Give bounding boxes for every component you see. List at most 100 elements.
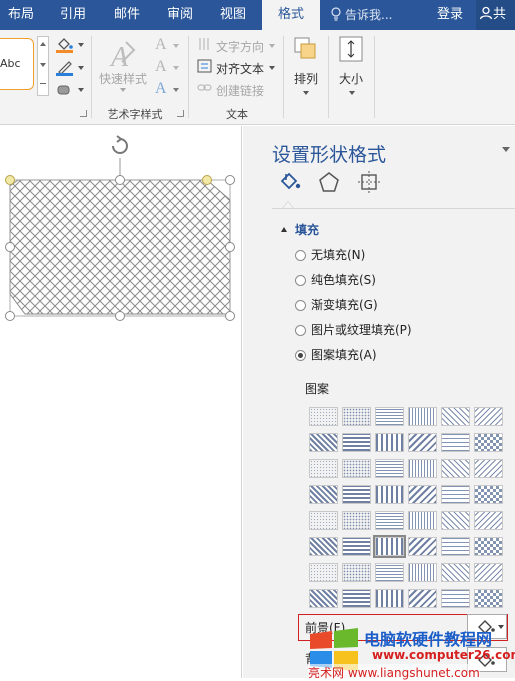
quick-styles-dropdown-icon[interactable]: [120, 88, 126, 92]
tab-view[interactable]: 视图: [210, 0, 256, 30]
text-direction-button[interactable]: 文字方向: [197, 36, 279, 54]
pattern-swatch[interactable]: [441, 407, 470, 426]
pattern-swatch[interactable]: [474, 459, 503, 478]
text-effects-dropdown-icon[interactable]: [173, 88, 179, 92]
pattern-swatch[interactable]: [408, 589, 437, 608]
watermark-site: 亮术网 www.liangshunet.com: [308, 664, 480, 681]
pattern-swatch[interactable]: [474, 485, 503, 504]
pattern-swatch[interactable]: [342, 537, 371, 556]
pattern-swatch[interactable]: [309, 563, 338, 582]
pattern-swatch[interactable]: [408, 537, 437, 556]
pattern-swatch[interactable]: [375, 459, 404, 478]
align-text-button[interactable]: 对齐文本: [197, 58, 279, 76]
pattern-swatch[interactable]: [309, 407, 338, 426]
selected-shape[interactable]: [0, 126, 242, 356]
arrange-button[interactable]: 排列: [290, 34, 322, 104]
pattern-swatch[interactable]: [408, 485, 437, 504]
shape-fill-button[interactable]: [56, 36, 86, 56]
pattern-swatch[interactable]: [342, 511, 371, 530]
pattern-swatch[interactable]: [441, 459, 470, 478]
pane-options-dropdown-icon[interactable]: [502, 147, 510, 152]
tab-layout[interactable]: 布局: [0, 0, 42, 30]
shape-effects-button[interactable]: [56, 82, 86, 100]
pattern-swatch[interactable]: [309, 459, 338, 478]
tab-mailings[interactable]: 邮件: [104, 0, 150, 30]
pattern-swatch[interactable]: [474, 589, 503, 608]
tell-me-box[interactable]: 告诉我...: [330, 0, 392, 30]
pattern-swatch[interactable]: [342, 563, 371, 582]
tab-format[interactable]: 格式: [262, 0, 320, 30]
tell-me-text: 告诉我...: [345, 8, 393, 22]
share-button[interactable]: 共: [476, 0, 515, 30]
shape-outline-button[interactable]: [56, 59, 86, 79]
radio-button[interactable]: [295, 250, 306, 261]
pattern-swatch[interactable]: [309, 485, 338, 504]
pattern-swatch[interactable]: [342, 433, 371, 452]
text-outline-button[interactable]: A: [155, 58, 167, 76]
layout-properties-tab[interactable]: [357, 170, 381, 194]
pattern-swatch[interactable]: [474, 433, 503, 452]
fill-option-label: 纯色填充(S): [311, 273, 376, 287]
size-button[interactable]: 大小: [334, 34, 368, 104]
pattern-swatch[interactable]: [441, 433, 470, 452]
pattern-swatch[interactable]: [408, 433, 437, 452]
pattern-swatch[interactable]: [342, 407, 371, 426]
pattern-swatch[interactable]: [474, 563, 503, 582]
pattern-swatch[interactable]: [441, 511, 470, 530]
gallery-more-arrow[interactable]: [40, 83, 46, 84]
pattern-swatch[interactable]: [408, 511, 437, 530]
arrange-icon: [294, 37, 316, 59]
pattern-swatch[interactable]: [408, 563, 437, 582]
pattern-swatch[interactable]: [375, 485, 404, 504]
pattern-swatch[interactable]: [342, 459, 371, 478]
pattern-swatch[interactable]: [441, 485, 470, 504]
pattern-swatch[interactable]: [441, 563, 470, 582]
radio-button[interactable]: [295, 350, 306, 361]
tab-review[interactable]: 审阅: [157, 0, 203, 30]
pattern-swatch[interactable]: [309, 433, 338, 452]
document-area[interactable]: [0, 126, 242, 678]
pattern-swatch[interactable]: [474, 511, 503, 530]
shape-style-sample[interactable]: Abc: [0, 38, 34, 90]
text-effects-button[interactable]: A: [155, 80, 167, 98]
fill-section-label: 填充: [295, 223, 320, 237]
pattern-swatch[interactable]: [342, 589, 371, 608]
pattern-swatch[interactable]: [375, 589, 404, 608]
radio-button[interactable]: [295, 325, 306, 336]
pen-icon: [58, 61, 72, 75]
create-link-button[interactable]: 创建链接: [197, 80, 279, 98]
pattern-swatch[interactable]: [474, 537, 503, 556]
style-gallery-scroller[interactable]: [37, 36, 49, 96]
effects-tab[interactable]: [317, 170, 341, 194]
fill-line-tab[interactable]: [278, 170, 302, 194]
login-link[interactable]: 登录: [437, 0, 463, 30]
pattern-swatch[interactable]: [373, 535, 406, 558]
pattern-swatch[interactable]: [375, 511, 404, 530]
pattern-swatch[interactable]: [309, 537, 338, 556]
pattern-swatch[interactable]: [408, 407, 437, 426]
pattern-swatch[interactable]: [375, 433, 404, 452]
pattern-swatch[interactable]: [474, 407, 503, 426]
pattern-swatch[interactable]: [375, 563, 404, 582]
text-outline-dropdown-icon[interactable]: [173, 66, 179, 70]
pattern-swatch[interactable]: [309, 511, 338, 530]
pattern-swatch[interactable]: [408, 459, 437, 478]
pattern-swatch[interactable]: [309, 589, 338, 608]
watermark-title: 电脑软硬件教程网: [364, 630, 493, 649]
fill-section-header[interactable]: 填充: [281, 219, 319, 238]
wordart-launcher-icon[interactable]: [177, 110, 184, 117]
text-fill-button[interactable]: A: [155, 36, 167, 54]
radio-button[interactable]: [295, 300, 306, 311]
gallery-up-arrow[interactable]: [40, 42, 46, 46]
radio-button[interactable]: [295, 275, 306, 286]
gallery-down-arrow[interactable]: [40, 63, 46, 67]
tab-references[interactable]: 引用: [50, 0, 96, 30]
pattern-swatch[interactable]: [342, 485, 371, 504]
pattern-swatch[interactable]: [441, 589, 470, 608]
shape-styles-launcher-icon[interactable]: [80, 110, 87, 117]
text-fill-dropdown-icon[interactable]: [173, 44, 179, 48]
rotate-handle-icon[interactable]: [112, 135, 128, 154]
quick-styles-button[interactable]: 快速样式: [99, 70, 147, 87]
pattern-swatch[interactable]: [375, 407, 404, 426]
pattern-swatch[interactable]: [441, 537, 470, 556]
